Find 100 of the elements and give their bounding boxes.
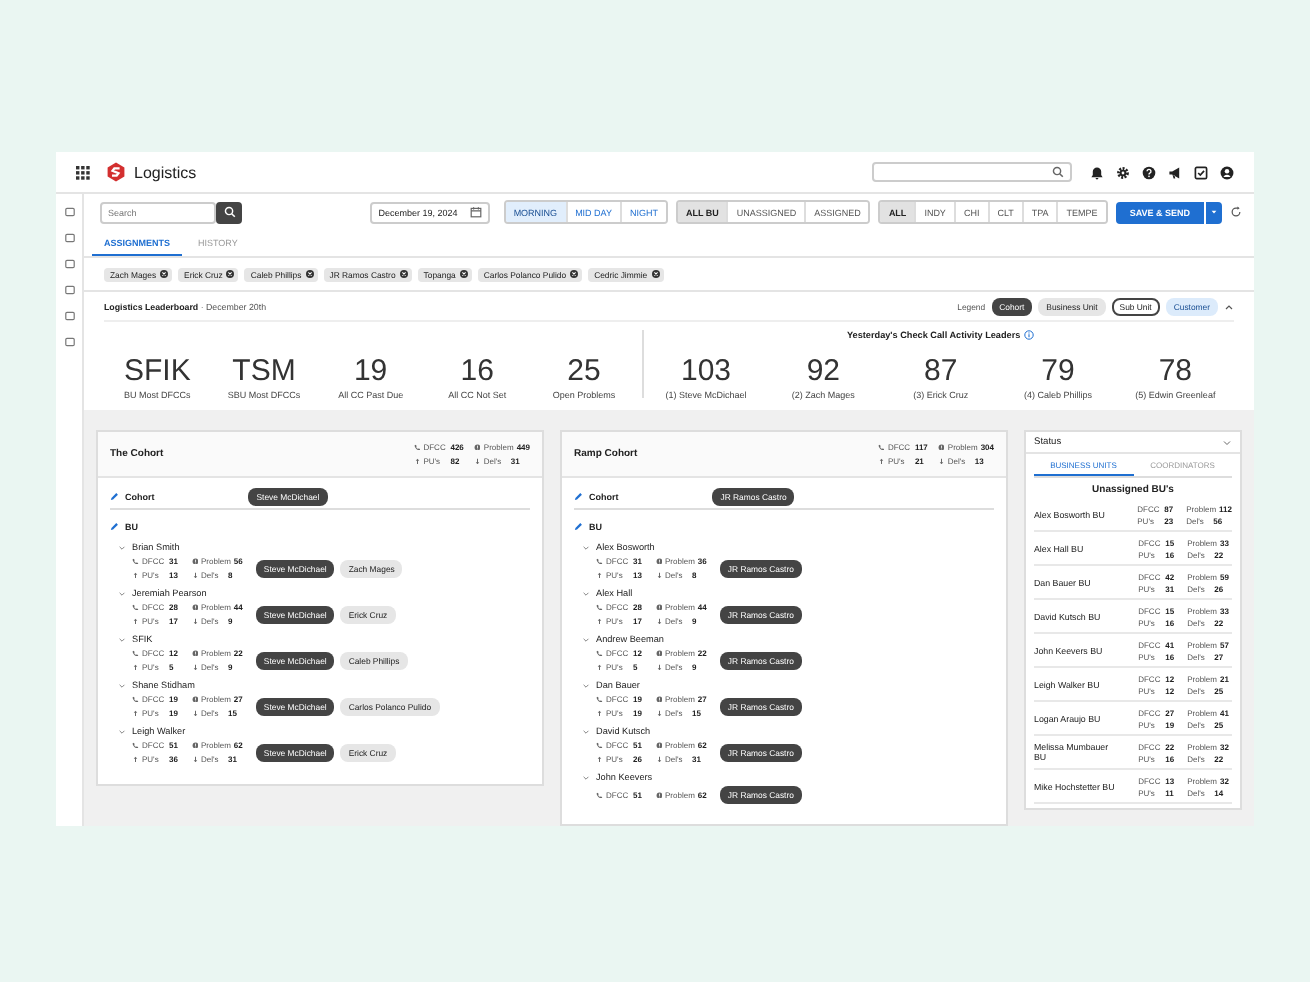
down-arrow-icon (655, 663, 662, 671)
app-title: Logistics (134, 163, 197, 181)
sidebar-nav-icon[interactable] (63, 336, 75, 348)
leader-score: 103 (680, 356, 732, 386)
checklist-icon[interactable] (1194, 165, 1208, 179)
leader-score: 92 (806, 356, 841, 386)
caret-icon (1210, 208, 1218, 216)
problem-icon (655, 557, 662, 565)
pencil-icon[interactable] (110, 492, 119, 502)
stat-value: 25 (567, 356, 601, 386)
refresh-icon[interactable] (1230, 206, 1242, 218)
search-icon (1052, 166, 1064, 178)
down-arrow-icon (191, 617, 198, 625)
phone-icon (132, 695, 139, 703)
apps-grid-icon[interactable] (76, 165, 90, 179)
down-arrow-icon (655, 571, 662, 579)
down-arrow-icon (191, 709, 198, 717)
stat-value: SFIK (123, 356, 191, 386)
remove-icon[interactable] (570, 270, 579, 278)
down-arrow-icon (191, 571, 198, 579)
phone-icon (596, 791, 603, 799)
logo-icon (106, 162, 126, 182)
problem-icon (655, 603, 662, 611)
chevron-icon[interactable] (118, 589, 126, 597)
user-avatar-icon[interactable] (1220, 165, 1234, 179)
leader-score: 79 (1041, 356, 1075, 386)
save-options-button[interactable] (1206, 201, 1222, 223)
settings-icon[interactable] (1116, 165, 1130, 179)
leader-score: 78 (1158, 356, 1193, 386)
problem-icon (937, 443, 945, 451)
problem-icon (655, 741, 662, 749)
sidebar-nav-icon[interactable] (63, 258, 75, 270)
megaphone-icon[interactable] (1168, 165, 1182, 179)
collapse-caret-icon[interactable] (1224, 301, 1234, 311)
pencil-icon[interactable] (574, 522, 583, 532)
stat-value: 16 (460, 356, 494, 386)
up-arrow-icon (596, 617, 603, 625)
stat-value: TSM (232, 356, 296, 386)
remove-icon[interactable] (226, 270, 235, 278)
phone-icon (596, 695, 603, 703)
phone-icon (132, 603, 139, 611)
up-arrow-icon (132, 571, 139, 579)
problem-icon (191, 557, 198, 565)
phone-icon (413, 443, 421, 451)
up-arrow-icon (596, 571, 603, 579)
up-arrow-icon (596, 709, 603, 717)
phone-icon (596, 741, 603, 749)
chevron-icon[interactable] (118, 681, 126, 689)
remove-icon[interactable] (305, 270, 314, 278)
chevron-icon[interactable] (582, 543, 590, 551)
chevron-icon[interactable] (582, 589, 590, 597)
up-arrow-icon (132, 617, 139, 625)
phone-icon (132, 649, 139, 657)
search-button[interactable] (216, 201, 242, 223)
sidebar-nav-icon[interactable] (63, 310, 75, 322)
down-arrow-icon (655, 709, 662, 717)
remove-icon[interactable] (459, 270, 468, 278)
problem-icon (473, 443, 481, 451)
problem-icon (191, 741, 198, 749)
bell-icon[interactable] (1090, 165, 1104, 179)
remove-icon[interactable] (160, 270, 169, 278)
sidebar-nav-icon[interactable] (63, 232, 75, 244)
remove-icon[interactable] (651, 270, 660, 278)
problem-icon (191, 695, 198, 703)
up-arrow-icon (596, 755, 603, 763)
phone-icon (132, 557, 139, 565)
phone-icon (877, 443, 885, 451)
down-arrow-icon (655, 755, 662, 763)
calendar-icon (469, 206, 482, 218)
info-icon[interactable] (1024, 330, 1035, 340)
chevron-icon[interactable] (582, 773, 590, 781)
chevron-icon[interactable] (118, 543, 126, 551)
chevron-icon[interactable] (118, 727, 126, 735)
remove-icon[interactable] (399, 270, 408, 278)
chevron-icon[interactable] (582, 681, 590, 689)
up-arrow-icon (132, 709, 139, 717)
problem-icon (655, 791, 662, 799)
up-arrow-icon (596, 663, 603, 671)
help-icon[interactable] (1142, 165, 1156, 179)
sidebar-nav-icon[interactable] (63, 284, 75, 296)
phone-icon (596, 649, 603, 657)
phone-icon (596, 603, 603, 611)
chevron-icon[interactable] (582, 727, 590, 735)
problem-icon (655, 649, 662, 657)
problem-icon (655, 695, 662, 703)
global-search-field[interactable] (872, 162, 1072, 182)
phone-icon (596, 557, 603, 565)
stat-value: 19 (353, 356, 388, 386)
chevron-icon[interactable] (118, 635, 126, 643)
leader-score: 87 (924, 356, 958, 386)
search-icon (223, 206, 235, 218)
sidebar-nav-icon[interactable] (63, 206, 75, 218)
phone-icon (132, 741, 139, 749)
pencil-icon[interactable] (574, 492, 583, 502)
up-arrow-icon (132, 755, 139, 763)
down-arrow-icon (191, 663, 198, 671)
pencil-icon[interactable] (110, 522, 119, 532)
chevron-icon[interactable] (582, 635, 590, 643)
down-arrow-icon (655, 617, 662, 625)
problem-icon (191, 603, 198, 611)
